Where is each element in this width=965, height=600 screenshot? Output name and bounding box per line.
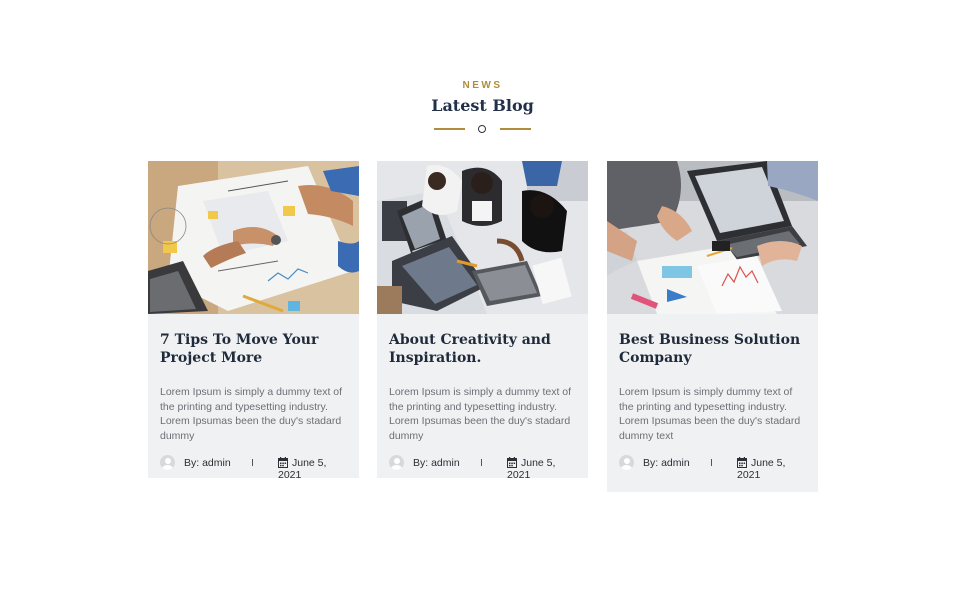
section-title: Latest Blog: [431, 96, 534, 115]
blog-card-meta: By: admin June 5, 2021: [389, 455, 576, 485]
blog-card-image[interactable]: [377, 161, 588, 314]
blog-card-image[interactable]: [607, 161, 818, 314]
blog-card-title[interactable]: 7 Tips To Move Your Project More: [160, 331, 347, 367]
blog-card-title[interactable]: Best Business Solution Company: [619, 331, 806, 367]
post-date: June 5, 2021: [278, 457, 347, 481]
blog-card[interactable]: Best Business Solution Company Lorem Ips…: [607, 161, 818, 492]
calendar-icon: [278, 457, 288, 468]
post-date: June 5, 2021: [507, 457, 576, 481]
team-planning-photo: [148, 161, 359, 314]
blog-card-excerpt: Lorem Ipsum is simply dummy text of the …: [619, 386, 801, 442]
author-label[interactable]: By: admin: [643, 457, 690, 469]
author-avatar-icon: [619, 455, 634, 470]
calendar-icon: [737, 457, 747, 468]
title-divider: [434, 122, 531, 136]
blog-card-image[interactable]: [148, 161, 359, 314]
author-label[interactable]: By: admin: [184, 457, 231, 469]
section-kicker: NEWS: [462, 80, 503, 91]
blog-card[interactable]: 7 Tips To Move Your Project More Lorem I…: [148, 161, 359, 481]
blog-card-excerpt: Lorem Ipsum is simply a dummy text of th…: [160, 386, 343, 442]
divider-dot-icon: [478, 125, 486, 133]
meta-separator: [481, 459, 482, 466]
calendar-icon: [507, 457, 517, 468]
latest-blog-section: NEWS Latest Blog 7 Tips To Move Your Pro…: [0, 0, 965, 600]
author-avatar-icon: [160, 455, 175, 470]
blog-card-meta: By: admin June 5, 2021: [160, 455, 347, 485]
blog-card-title[interactable]: About Creativity and Inspiration.: [389, 331, 576, 367]
office-laptops-photo: [377, 161, 588, 314]
blog-card-excerpt: Lorem Ipsum is simply a dummy text of th…: [389, 386, 572, 442]
business-meeting-photo: [607, 161, 818, 314]
author-label[interactable]: By: admin: [413, 457, 460, 469]
meta-separator: [711, 459, 712, 466]
blog-card[interactable]: About Creativity and Inspiration. Lorem …: [377, 161, 588, 481]
blog-card-meta: By: admin June 5, 2021: [619, 455, 806, 485]
meta-separator: [252, 459, 253, 466]
author-avatar-icon: [389, 455, 404, 470]
post-date: June 5, 2021: [737, 457, 806, 481]
